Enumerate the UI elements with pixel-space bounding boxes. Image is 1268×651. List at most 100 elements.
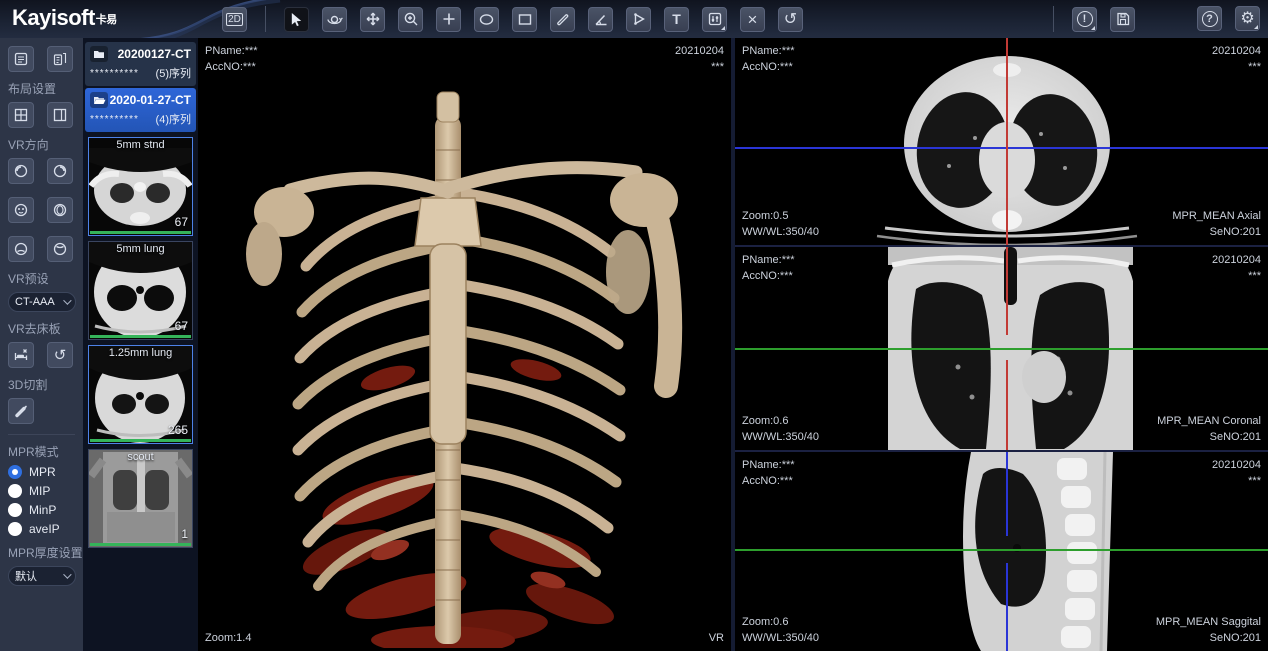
coronal-study-overlay: 20210204 *** bbox=[1212, 252, 1261, 284]
axial-zoom-overlay: Zoom:0.5 WW/WL:350/40 bbox=[742, 208, 819, 240]
study-series-count: (4)序列 bbox=[156, 111, 191, 127]
vr-pname: PName:*** bbox=[205, 43, 258, 59]
sagittal-stars: *** bbox=[1212, 473, 1261, 489]
crosshair-tool-button[interactable] bbox=[436, 7, 461, 32]
vr-clavicle-left bbox=[290, 178, 448, 192]
sagittal-zoom: Zoom:0.6 bbox=[742, 614, 819, 630]
mpr-sagittal-viewport[interactable]: PName:*** AccNO:*** 20210204 *** Zoom:0.… bbox=[735, 452, 1268, 651]
vr-mode-overlay: VR bbox=[709, 630, 724, 646]
mpr-thickness-select[interactable]: 默认 bbox=[8, 566, 76, 586]
settings-button[interactable]: ⚙ bbox=[1235, 6, 1260, 31]
pan-tool-button[interactable] bbox=[360, 7, 385, 32]
scalpel-button[interactable] bbox=[8, 398, 34, 424]
thumbnail-scout-image bbox=[89, 450, 192, 547]
series-thumbnail-5mm-lung[interactable]: 5mm lung 67 bbox=[88, 241, 193, 340]
vr-ribcage-render bbox=[238, 80, 688, 648]
vr-preset-select[interactable]: CT-AAA bbox=[8, 292, 76, 312]
series-thumbnail-5mm-stnd[interactable]: 5mm stnd 67 bbox=[88, 137, 193, 236]
thumbnail-image-count: 1 bbox=[181, 527, 188, 541]
vr-face-back-button[interactable] bbox=[47, 197, 73, 223]
series-panel-icon bbox=[52, 51, 68, 67]
reset-rotation-button[interactable]: ↺ bbox=[778, 7, 803, 32]
layout-grid-button[interactable] bbox=[8, 102, 34, 128]
angle-tool-button[interactable] bbox=[588, 7, 613, 32]
radio-icon bbox=[8, 522, 22, 536]
axial-wwwl: WW/WL:350/40 bbox=[742, 224, 819, 240]
reset-rotation-icon: ↺ bbox=[784, 12, 797, 27]
vr-head-right-button[interactable] bbox=[47, 158, 73, 184]
coronal-accno: AccNO:*** bbox=[742, 268, 795, 284]
sagittal-zoom-overlay: Zoom:0.6 WW/WL:350/40 bbox=[742, 614, 819, 646]
vr-face-front-button[interactable] bbox=[8, 197, 34, 223]
section-label-3d-cut: 3D切割 bbox=[8, 376, 75, 393]
coronal-crosshair-horizontal-green[interactable] bbox=[735, 348, 1268, 350]
radio-label: MPR bbox=[29, 465, 56, 479]
help-button[interactable]: ? bbox=[1197, 6, 1222, 31]
report-panel-button[interactable] bbox=[8, 46, 34, 72]
ellipse-icon bbox=[478, 12, 495, 27]
coronal-patient-overlay: PName:*** AccNO:*** bbox=[742, 252, 795, 284]
axial-crosshair-horizontal-blue[interactable] bbox=[735, 147, 1268, 149]
sagittal-crosshair-horizontal-green[interactable] bbox=[735, 549, 1268, 551]
layout-split-button[interactable] bbox=[47, 102, 73, 128]
vr-head-top-button[interactable] bbox=[8, 236, 34, 262]
sagittal-crosshair-vertical-blue-bottom[interactable] bbox=[1006, 563, 1008, 651]
axial-seno: SeNO:201 bbox=[1172, 224, 1261, 240]
zoom-in-tool-button[interactable] bbox=[398, 7, 423, 32]
2d-mode-icon: 2D bbox=[226, 13, 243, 26]
left-sidebar: 布局设置 VR方向 bbox=[0, 38, 83, 651]
mpr-axial-viewport[interactable]: PName:*** AccNO:*** 20210204 *** Zoom:0.… bbox=[735, 38, 1268, 247]
remove-bed-button[interactable] bbox=[8, 342, 34, 368]
text-tool-button[interactable]: T bbox=[664, 7, 689, 32]
coronal-crosshair-vertical-red-bottom[interactable] bbox=[1006, 360, 1008, 450]
series-thumbnail-scout[interactable]: scout 1 bbox=[88, 449, 193, 548]
mpr-mode-radio-mip[interactable]: MIP bbox=[8, 484, 75, 498]
bed-reset-button[interactable]: ↺ bbox=[47, 342, 73, 368]
radio-label: MinP bbox=[29, 503, 56, 517]
vr-face-back-icon bbox=[52, 202, 68, 218]
mpr-thickness-value: 默认 bbox=[15, 568, 37, 584]
study-item-2[interactable]: 2020-01-27-CT ********** (4)序列 bbox=[85, 88, 196, 132]
axial-crosshair-vertical-red[interactable] bbox=[1006, 38, 1008, 245]
rectangle-tool-button[interactable] bbox=[512, 7, 537, 32]
toolbar-separator bbox=[1053, 6, 1054, 32]
viewport-divider bbox=[731, 38, 735, 651]
mpr-mode-radio-aveip[interactable]: aveIP bbox=[8, 522, 75, 536]
info-button[interactable]: ! bbox=[1072, 7, 1097, 32]
study-item-1[interactable]: 20200127-CT ********** (5)序列 bbox=[85, 42, 196, 86]
series-panel-button[interactable] bbox=[47, 46, 73, 72]
thumbnail-image-count: 67 bbox=[175, 215, 188, 229]
top-toolbar: Kayisoft卡易 2D bbox=[0, 0, 1268, 38]
series-thumbnail-125mm-lung[interactable]: 1.25mm lung 265 bbox=[88, 345, 193, 444]
rotate-3d-tool-button[interactable] bbox=[322, 7, 347, 32]
coronal-pname: PName:*** bbox=[742, 252, 795, 268]
coronal-stars: *** bbox=[1212, 268, 1261, 284]
sagittal-date: 20210204 bbox=[1212, 457, 1261, 473]
cursor-tool-button[interactable] bbox=[284, 7, 309, 32]
ellipse-tool-button[interactable] bbox=[474, 7, 499, 32]
thumbnail-image-count: 265 bbox=[168, 423, 188, 437]
delete-annotation-button[interactable]: × bbox=[740, 7, 765, 32]
mpr-coronal-viewport[interactable]: PName:*** AccNO:*** 20210204 *** Zoom:0.… bbox=[735, 247, 1268, 452]
mpr-mode-radio-mpr[interactable]: MPR bbox=[8, 465, 75, 479]
axial-date: 20210204 bbox=[1212, 43, 1261, 59]
vr-viewport[interactable]: PName:*** AccNO:*** 20210204 *** Zoom:1.… bbox=[198, 38, 731, 651]
mpr-mode-radio-minp[interactable]: MinP bbox=[8, 503, 75, 517]
coronal-crosshair-vertical-red-top[interactable] bbox=[1006, 247, 1008, 335]
2d-mode-button[interactable]: 2D bbox=[222, 7, 247, 32]
measure-line-tool-button[interactable] bbox=[550, 7, 575, 32]
app-logo: Kayisoft卡易 bbox=[12, 5, 117, 31]
vr-head-bottom-button[interactable] bbox=[47, 236, 73, 262]
polygon-tool-button[interactable] bbox=[626, 7, 651, 32]
remove-bed-icon bbox=[13, 347, 29, 363]
sagittal-crosshair-vertical-blue-top[interactable] bbox=[1006, 452, 1008, 536]
thumbnail-progress-bar bbox=[90, 335, 191, 338]
save-button[interactable] bbox=[1110, 7, 1135, 32]
thumbnail-label: 1.25mm lung bbox=[89, 347, 192, 359]
window-level-tool-button[interactable] bbox=[702, 7, 727, 32]
help-icon: ? bbox=[1202, 11, 1218, 27]
vr-head-left-button[interactable] bbox=[8, 158, 34, 184]
layout-split-icon bbox=[52, 107, 68, 123]
coronal-seno: SeNO:201 bbox=[1157, 429, 1261, 445]
axial-zoom: Zoom:0.5 bbox=[742, 208, 819, 224]
